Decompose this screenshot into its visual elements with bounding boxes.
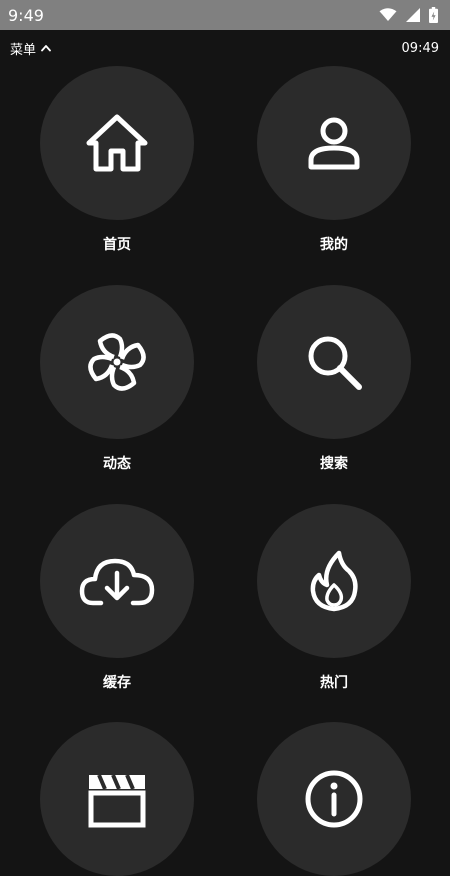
menu-item-circle [257, 722, 411, 876]
menu-item-label: 热门 [320, 675, 348, 691]
menu-item-about[interactable] [257, 722, 411, 876]
menu-item-circle [40, 722, 194, 876]
menu-item-home[interactable]: 首页 [40, 66, 194, 253]
info-icon [305, 770, 363, 828]
menu-item-label: 动态 [103, 456, 131, 472]
cloud-download-icon [79, 558, 155, 606]
fan-icon [88, 333, 146, 391]
menu-item-hot[interactable]: 热门 [257, 504, 411, 691]
menu-item-circle [257, 285, 411, 439]
menu-item-label: 搜索 [320, 456, 348, 472]
search-icon [308, 336, 362, 390]
menu-item-label: 首页 [103, 237, 131, 253]
menu-item-circle [257, 66, 411, 220]
menu-item-circle [40, 66, 194, 220]
menu-item-label: 缓存 [103, 675, 131, 691]
menu-item-circle [257, 504, 411, 658]
menu-item-search[interactable]: 搜索 [257, 285, 411, 472]
fire-icon [310, 550, 358, 612]
menu-grid: 首页 我的 动态 搜索 缓存 热门 [0, 0, 450, 876]
menu-item-video[interactable] [40, 722, 194, 876]
menu-item-feed[interactable]: 动态 [40, 285, 194, 472]
clapperboard-icon [88, 774, 146, 828]
menu-item-label: 我的 [320, 237, 348, 253]
home-icon [86, 114, 148, 172]
menu-item-cache[interactable]: 缓存 [40, 504, 194, 691]
menu-item-circle [40, 504, 194, 658]
menu-item-profile[interactable]: 我的 [257, 66, 411, 253]
menu-item-circle [40, 285, 194, 439]
user-icon [308, 117, 360, 170]
